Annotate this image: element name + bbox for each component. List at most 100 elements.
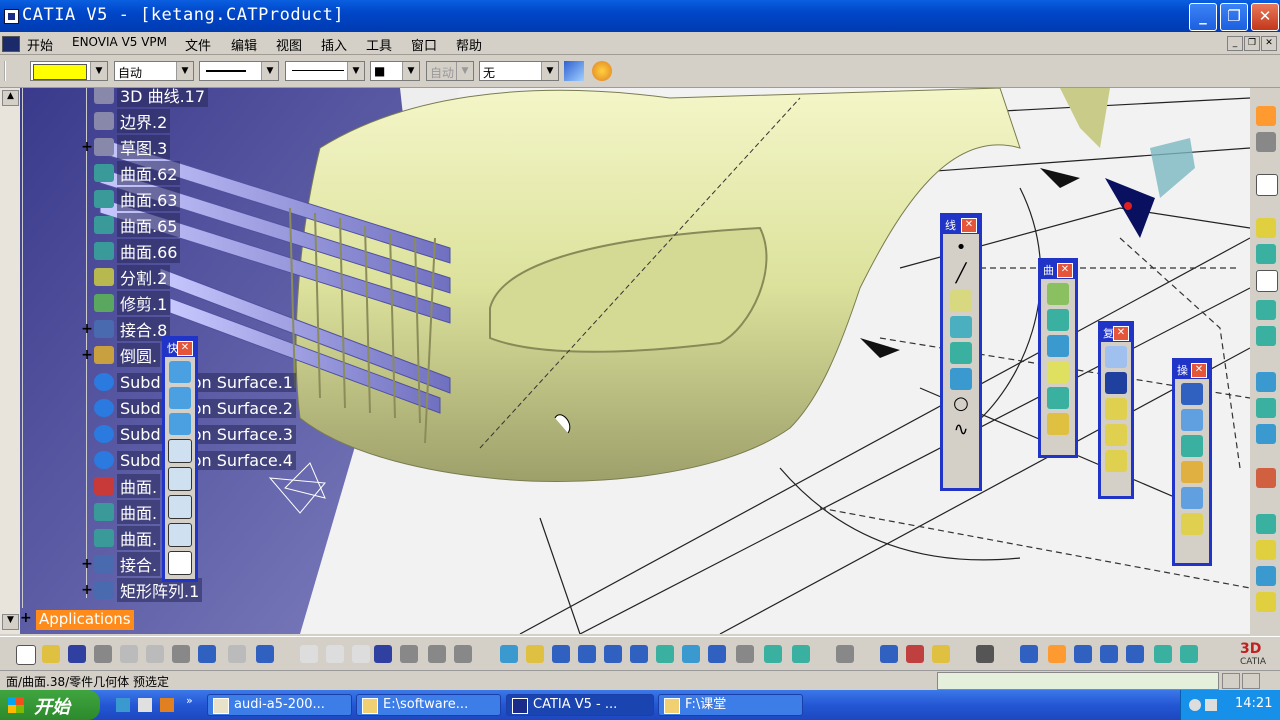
open-folder-icon[interactable] [42,645,60,663]
extract-icon[interactable] [1256,514,1276,534]
pattern-icon[interactable] [1105,372,1127,394]
close-icon[interactable]: ✕ [177,341,193,356]
rotate-icon[interactable] [578,645,596,663]
menu-tools[interactable]: 工具 [366,35,392,54]
sweep-icon[interactable] [950,368,972,390]
zoom-out-icon[interactable] [630,645,648,663]
pattern-icon[interactable] [1256,540,1276,560]
task-software[interactable]: E:\software... [356,694,501,716]
instantiate-icon[interactable] [1105,424,1127,446]
cube-icon[interactable] [169,361,191,383]
extract-icon[interactable] [1181,435,1203,457]
fit-all-icon[interactable] [526,645,544,663]
help-icon[interactable] [256,645,274,663]
scroll-up-icon[interactable]: ▲ [2,90,19,106]
select-arrow-icon[interactable] [1256,106,1276,126]
plane-icon[interactable] [950,290,972,312]
cube-icon[interactable] [168,495,192,519]
properties-icon[interactable] [592,61,612,81]
toolbar-grip[interactable] [4,61,10,81]
menu-insert[interactable]: 插入 [321,35,347,54]
linetype-combo[interactable]: ▼ [199,61,279,81]
expand-quicklaunch-icon[interactable]: » [186,694,193,707]
surface-icon[interactable] [1256,326,1276,346]
task-audi[interactable]: audi-a5-200... [207,694,352,716]
palette-header[interactable]: 复 ✕ [1101,324,1131,342]
tree-node[interactable]: 分割.2 [80,265,171,289]
join-icon[interactable] [1181,383,1203,405]
project-icon[interactable] [1047,283,1069,305]
command-prev-button[interactable] [1222,673,1240,689]
sketch-icon[interactable] [1256,174,1278,196]
comment-icon[interactable] [326,645,344,663]
hand-icon[interactable] [1048,645,1066,663]
offset-icon[interactable] [950,316,972,338]
snap-icon[interactable] [1256,132,1276,152]
color-combo[interactable]: ▼ [30,61,108,81]
circle-icon[interactable]: ○ [950,394,972,416]
axis-icon[interactable] [1074,645,1092,663]
tree-node[interactable]: + 草图.3 [80,135,171,159]
split-icon[interactable] [1181,409,1203,431]
menu-edit[interactable]: 编辑 [231,35,257,54]
applications-node[interactable]: Applications [36,610,134,630]
tree-node[interactable]: 曲面.66 [80,239,181,263]
cube-icon[interactable] [1180,645,1198,663]
catia-app-icon[interactable] [4,9,19,24]
mdi-close-button[interactable]: ✕ [1261,36,1277,51]
tree-node[interactable]: + 接合. [80,552,161,576]
new-file-icon[interactable] [16,645,36,665]
chevron-down-icon[interactable]: ▼ [261,62,278,80]
chevron-down-icon[interactable]: ▼ [541,62,558,80]
redo-icon[interactable] [228,645,246,663]
wireframe-icon[interactable] [1256,218,1276,238]
surface-icon[interactable] [1256,300,1276,320]
painter-icon[interactable] [564,61,584,81]
expand-toggle[interactable]: + [80,556,94,572]
task-catia[interactable]: CATIA V5 - ... [506,694,654,716]
menu-help[interactable]: 帮助 [456,35,482,54]
copy-icon[interactable] [146,645,164,663]
fly-icon[interactable] [500,645,518,663]
desktop-icon[interactable] [138,698,152,712]
chevron-down-icon[interactable]: ▼ [90,62,107,80]
zoom-in-icon[interactable] [604,645,622,663]
maximize-button[interactable]: ❐ [1220,3,1248,31]
extrude-icon[interactable] [950,342,972,364]
cube-icon[interactable] [168,467,192,491]
cube-icon[interactable] [169,387,191,409]
3d-viewport[interactable]: 3D 曲线.17 边界.2 + 草图.3 曲面.62 曲面.63 曲面.65 曲面… [20,88,1250,634]
ie-icon[interactable] [116,698,130,712]
analysis-icon[interactable] [1256,566,1276,586]
repetition-icon[interactable] [1105,346,1127,368]
applications-expand-icon[interactable]: + [20,610,32,626]
palette-header[interactable]: 快 ✕ [165,339,195,357]
cube-icon[interactable] [169,413,191,435]
capture-icon[interactable] [976,645,994,663]
point-icon[interactable] [1256,244,1276,264]
boundary-icon[interactable] [1256,372,1276,392]
multi-section-icon[interactable] [1047,413,1069,435]
close-icon[interactable]: ✕ [1191,363,1207,378]
chevron-down-icon[interactable]: ▼ [402,62,419,80]
tree-node[interactable]: 曲面. [80,500,161,524]
measure-icon[interactable] [352,645,370,663]
powercopy-icon[interactable] [1105,398,1127,420]
transparency-combo[interactable]: 自动 ▼ [114,61,194,81]
plane-icon[interactable] [1154,645,1172,663]
iso-view-icon[interactable] [708,645,726,663]
inertia-icon[interactable] [932,645,950,663]
fill-icon[interactable] [1256,398,1276,418]
draft-analysis-icon[interactable] [1256,592,1276,612]
update-icon[interactable] [836,645,854,663]
measure-item-icon[interactable] [906,645,924,663]
expand-toggle[interactable]: + [80,139,94,155]
normal-view-icon[interactable] [656,645,674,663]
spline-icon[interactable]: ∿ [950,420,972,442]
quicklaunch-icon[interactable] [160,698,174,712]
offset-icon[interactable] [1256,424,1276,444]
line-icon[interactable]: ╱ [950,264,972,286]
layer-combo[interactable]: 无 ▼ [479,61,559,81]
tree-node[interactable]: + 倒圆. [80,343,161,367]
hide-show-icon[interactable] [764,645,782,663]
